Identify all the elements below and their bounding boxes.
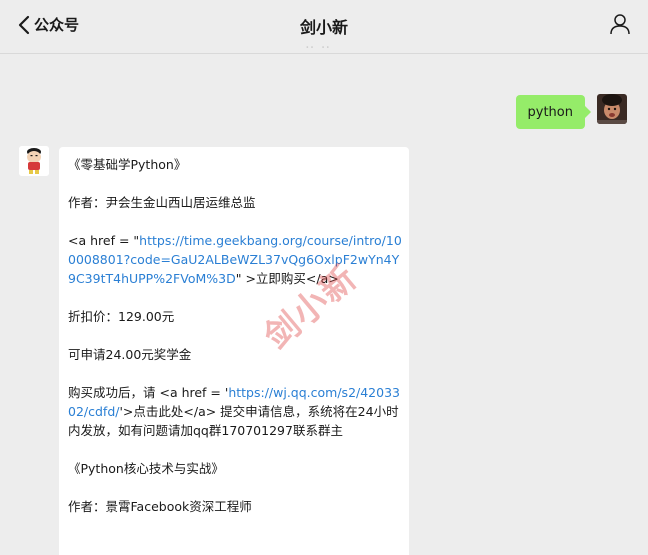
received-message-bubble[interactable]: 《零基础学Python》 作者：尹会生金山西山居运维总监 <a href = "… (59, 147, 409, 555)
avatar-image (597, 94, 627, 124)
my-avatar[interactable] (597, 94, 627, 124)
message-text: " >立即购买</a> (235, 271, 339, 286)
message-text: 购买成功后，请 <a href = ' (68, 385, 229, 400)
message-line: 作者：景霄Facebook资深工程师 (68, 499, 252, 514)
sent-message-bubble[interactable]: python (515, 95, 592, 129)
message-line: 《Python核心技术与实战》 (68, 461, 224, 476)
sent-message-text: python (527, 104, 573, 120)
message-line: 可申请24.00元奖学金 (68, 347, 192, 362)
partial-timestamp: ‥ ‥ ‥ (305, 46, 341, 54)
chat-title: 剑小新 (299, 18, 348, 37)
message-line: 《零基础学Python》 (68, 157, 187, 172)
message-line: 作者：尹会生金山西山居运维总监 (68, 195, 256, 210)
avatar-image (19, 146, 49, 176)
message-line: <a href = "https://time.geekbang.org/cou… (68, 231, 402, 288)
account-avatar[interactable] (19, 146, 49, 176)
message-line: 折扣价：129.00元 (68, 309, 175, 324)
message-line: 购买成功后，请 <a href = 'https://wj.qq.com/s2/… (68, 383, 402, 440)
message-text: <a href = " (68, 233, 140, 248)
user-icon[interactable] (609, 13, 631, 35)
